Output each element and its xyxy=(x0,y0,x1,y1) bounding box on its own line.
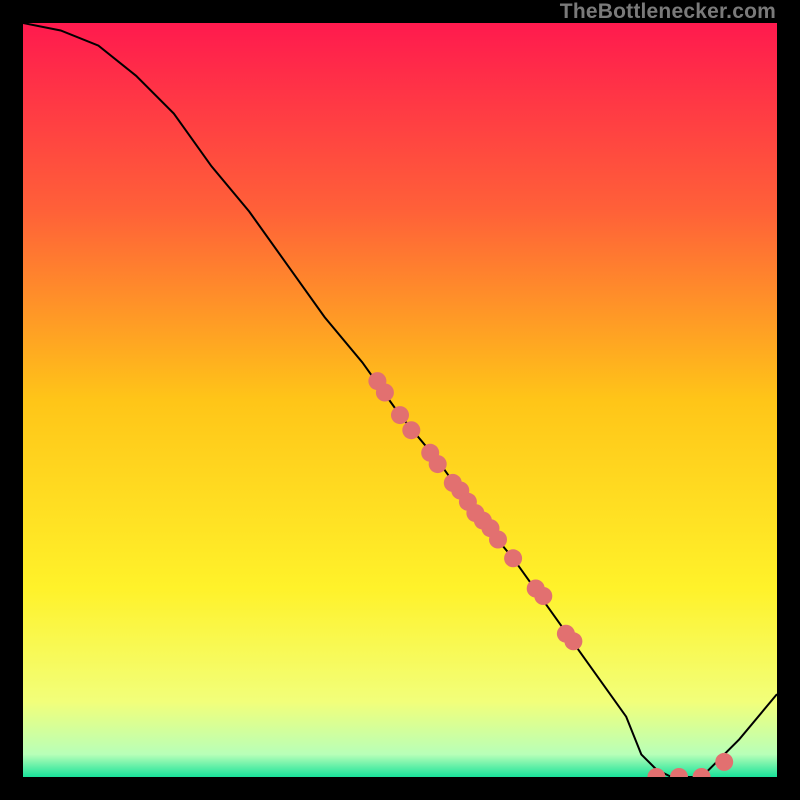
data-marker xyxy=(534,587,552,605)
data-marker xyxy=(376,384,394,402)
data-marker xyxy=(564,632,582,650)
data-marker xyxy=(504,549,522,567)
data-marker xyxy=(391,406,409,424)
chart-frame xyxy=(23,23,777,777)
data-marker xyxy=(489,531,507,549)
watermark-text: TheBottlenecker.com xyxy=(560,0,776,24)
data-marker xyxy=(429,455,447,473)
chart-plot xyxy=(23,23,777,777)
chart-background xyxy=(23,23,777,777)
data-marker xyxy=(402,421,420,439)
data-marker xyxy=(715,753,733,771)
